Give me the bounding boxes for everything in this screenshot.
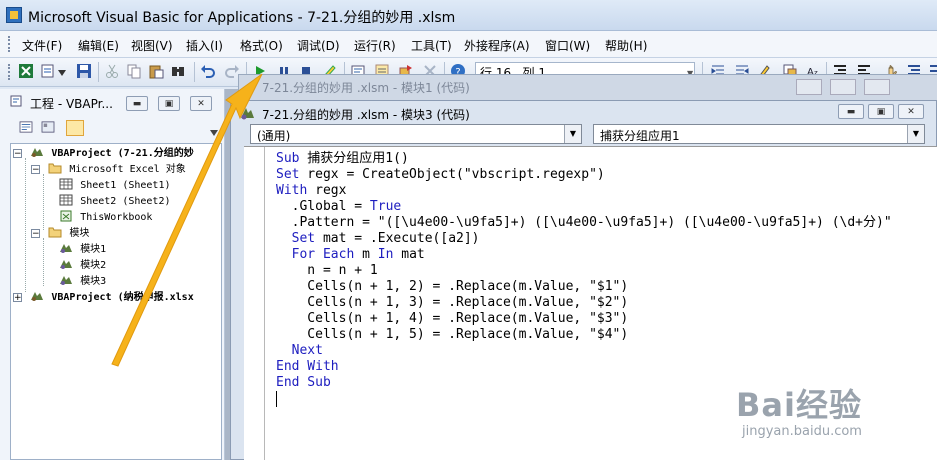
toolbar-separator	[194, 62, 195, 82]
toggle-folders-icon[interactable]	[66, 120, 84, 136]
menu-view[interactable]: 视图(V)	[131, 37, 173, 54]
paste-icon[interactable]	[148, 63, 164, 79]
excel-icon[interactable]	[18, 63, 34, 79]
menu-window[interactable]: 窗口(W)	[545, 37, 590, 54]
vba-project-icon	[31, 292, 44, 301]
code-line: Set regx = CreateObject("vbscript.regexp…	[276, 167, 605, 182]
code-line: Sub 捕获分组应用1()	[276, 151, 409, 166]
workbook-icon	[60, 210, 72, 222]
tree-item-vbaproject-2[interactable]: + VBAProject (纳税申报.xlsx	[13, 290, 194, 306]
code-margin-indicator-bar[interactable]	[244, 147, 265, 460]
find-icon[interactable]	[170, 63, 186, 79]
code-line: End With	[276, 359, 339, 374]
code-line: .Pattern = "([\u4e00-\u9fa5]+) ([\u4e00-…	[276, 215, 892, 230]
undo-icon[interactable]	[200, 63, 216, 79]
folder-open-icon	[48, 227, 62, 238]
expand-icon[interactable]: +	[13, 293, 22, 303]
module-icon	[60, 276, 72, 285]
watermark-url: jingyan.baidu.com	[742, 424, 862, 439]
module-icon	[241, 108, 254, 120]
tree-item-module3[interactable]: 模块3	[59, 274, 106, 290]
maximize-button[interactable]: ▣	[158, 96, 180, 111]
minimize-button[interactable]: ▬	[126, 96, 148, 111]
tree-item-thisworkbook[interactable]: ThisWorkbook	[59, 210, 152, 226]
code-line: Next	[291, 343, 323, 358]
collapse-icon[interactable]: −	[31, 165, 40, 175]
code-line: End Sub	[276, 375, 331, 390]
menu-file[interactable]: 文件(F)	[22, 37, 62, 54]
save-icon[interactable]	[76, 63, 92, 79]
maximize-button[interactable]	[830, 79, 856, 95]
procedure-dropdown-value: 捕获分组应用1	[600, 129, 680, 143]
tree-item-modules[interactable]: − 模块	[31, 226, 89, 242]
window-title: Microsoft Visual Basic for Applications …	[28, 10, 456, 26]
menu-edit[interactable]: 编辑(E)	[78, 37, 119, 54]
tree-item-sheet1[interactable]: Sheet1 (Sheet1)	[59, 178, 171, 194]
chevron-down-icon[interactable]	[58, 70, 66, 76]
code-line: With regx	[276, 183, 347, 198]
cut-icon[interactable]	[104, 63, 120, 79]
minimize-button[interactable]: ▬	[838, 104, 864, 119]
menu-format[interactable]: 格式(O)	[240, 37, 283, 54]
code-line: Cells(n + 1, 2) = .Replace(m.Value, "$1"…	[276, 279, 629, 294]
tree-item-sheet2[interactable]: Sheet2 (Sheet2)	[59, 194, 171, 210]
menu-tools[interactable]: 工具(T)	[411, 37, 452, 54]
project-explorer-icon	[10, 95, 22, 107]
view-object-icon[interactable]	[40, 120, 56, 134]
chevron-down-icon[interactable]: ▼	[907, 125, 924, 143]
code-line: Cells(n + 1, 5) = .Replace(m.Value, "$4"…	[276, 327, 629, 342]
menu-help[interactable]: 帮助(H)	[605, 37, 647, 54]
tree-connector	[43, 174, 44, 230]
chevron-down-icon[interactable]: ▼	[564, 125, 581, 143]
tree-connector	[43, 238, 44, 286]
insert-module-icon[interactable]	[40, 63, 56, 79]
folder-open-icon	[48, 163, 62, 174]
tree-connector	[25, 158, 26, 292]
menu-run[interactable]: 运行(R)	[354, 37, 396, 54]
tree-item-module2[interactable]: 模块2	[59, 258, 106, 274]
menu-grip[interactable]	[8, 36, 13, 52]
menu-debug[interactable]: 调试(D)	[297, 37, 340, 54]
menu-addins[interactable]: 外接程序(A)	[464, 37, 530, 54]
copy-icon[interactable]	[126, 63, 142, 79]
code-line: n = n + 1	[276, 263, 378, 278]
background-window-title: 7-21.分组的妙用 .xlsm - 模块1 (代码)	[262, 81, 470, 95]
collapse-icon[interactable]: −	[31, 229, 40, 239]
close-button[interactable]: ✕	[190, 96, 212, 111]
maximize-button[interactable]: ▣	[868, 104, 894, 119]
tree-item-module1[interactable]: 模块1	[59, 242, 106, 258]
code-line: .Global = True	[276, 199, 402, 214]
module-icon	[60, 260, 72, 269]
object-dropdown[interactable]: (通用) ▼	[250, 124, 582, 144]
vba-project-icon	[31, 148, 44, 157]
module-icon	[60, 244, 72, 253]
project-tree: − VBAProject (7-21.分组的妙 − Microsoft Exce…	[10, 143, 222, 460]
menu-insert[interactable]: 插入(I)	[186, 37, 223, 54]
worksheet-icon	[59, 178, 73, 190]
collapse-icon[interactable]: −	[13, 149, 22, 159]
toolbar-grip[interactable]	[8, 64, 13, 80]
vba-app-icon	[6, 7, 22, 23]
code-line: Cells(n + 1, 3) = .Replace(m.Value, "$2"…	[276, 295, 629, 310]
minimize-button[interactable]	[796, 79, 822, 95]
watermark-logo: Bai经验	[736, 386, 862, 424]
code-window-title: 7-21.分组的妙用 .xlsm - 模块3 (代码)	[262, 108, 470, 122]
procedure-dropdown[interactable]: 捕获分组应用1 ▼	[593, 124, 925, 144]
object-dropdown-value: (通用)	[257, 129, 291, 143]
text-caret	[276, 391, 277, 407]
tree-item-excel-objects[interactable]: − Microsoft Excel 对象	[31, 162, 186, 178]
toolbar-separator	[98, 62, 99, 82]
view-code-icon[interactable]	[18, 120, 34, 134]
project-explorer-title: 工程 - VBAPr...	[30, 97, 113, 111]
worksheet-icon	[59, 194, 73, 206]
close-button[interactable]	[864, 79, 890, 95]
close-button[interactable]: ✕	[898, 104, 924, 119]
chevron-down-icon[interactable]	[210, 130, 218, 136]
code-line: For Each m In mat	[291, 247, 425, 262]
code-line: Set mat = .Execute([a2])	[291, 231, 480, 246]
code-line: Cells(n + 1, 4) = .Replace(m.Value, "$3"…	[276, 311, 629, 326]
tree-item-vbaproject[interactable]: − VBAProject (7-21.分组的妙	[13, 146, 194, 162]
